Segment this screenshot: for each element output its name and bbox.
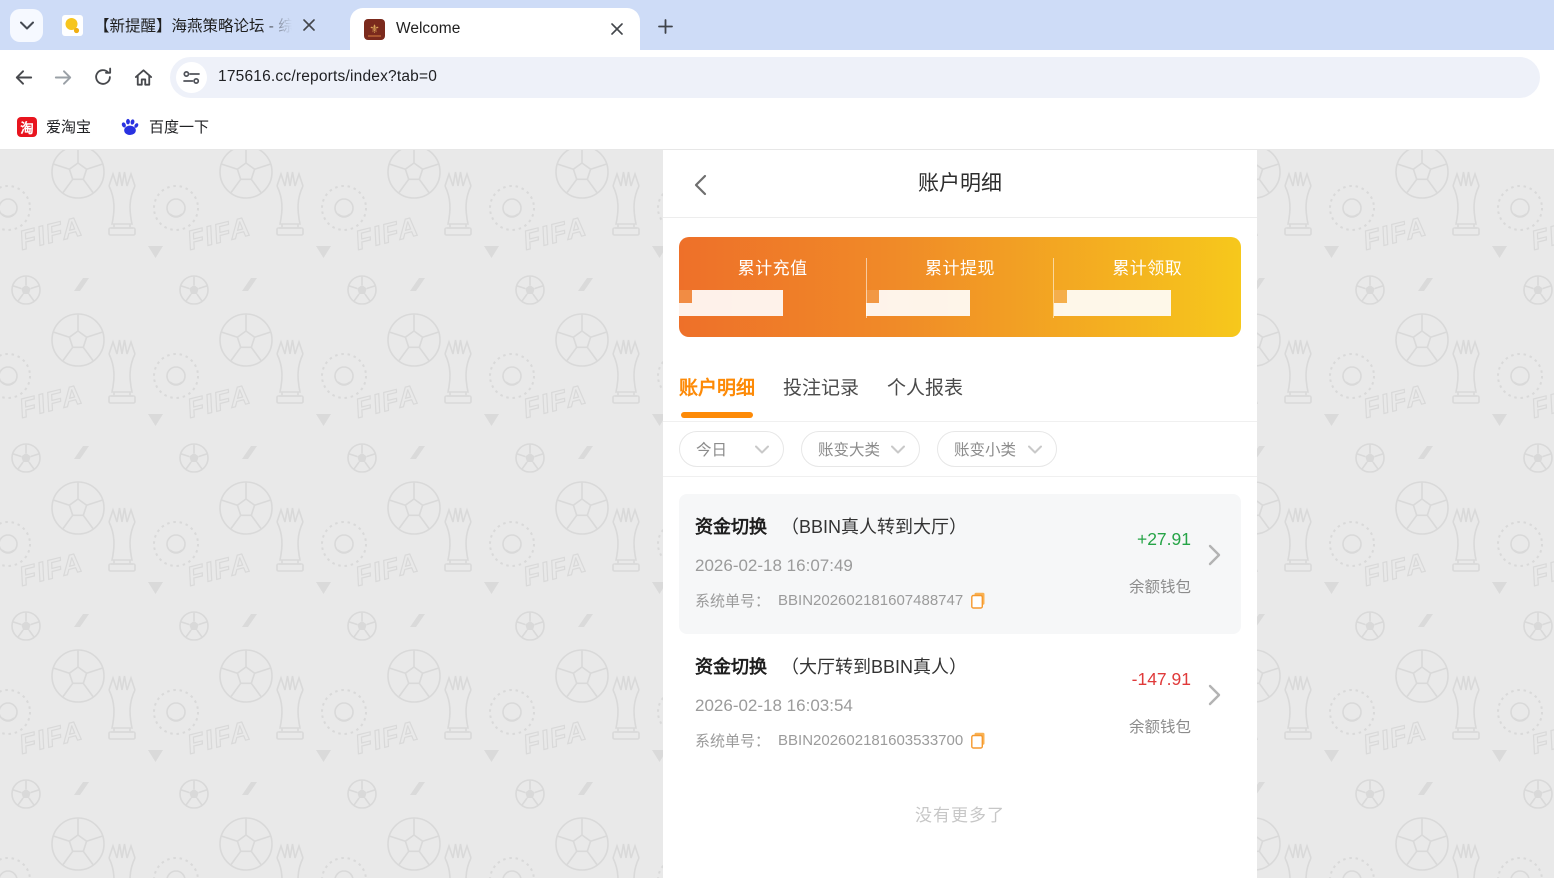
address-bar[interactable]: 175616.cc/reports/index?tab=0	[170, 57, 1540, 98]
page-background: FIFA	[0, 150, 1554, 878]
masked-value	[866, 290, 1053, 316]
bookmark-label: 百度一下	[149, 116, 209, 137]
record-amount: +27.91	[1137, 529, 1191, 550]
tab-account-detail[interactable]: 账户明细	[679, 351, 755, 421]
record-wallet: 余额钱包	[1129, 715, 1191, 737]
forward-button[interactable]	[46, 60, 80, 94]
site-settings-button[interactable]	[176, 62, 207, 93]
filter-date-dropdown[interactable]: 今日	[679, 431, 784, 467]
reload-icon	[92, 66, 114, 88]
svg-text:⚜: ⚜	[369, 22, 380, 36]
order-number: BBIN202602181607488747	[778, 592, 963, 609]
url-text[interactable]: 175616.cc/reports/index?tab=0	[218, 68, 437, 86]
copy-icon[interactable]	[971, 732, 986, 749]
summary-recharge: 累计充值	[679, 237, 866, 337]
chevron-down-icon	[891, 445, 905, 454]
tab-forum[interactable]: 【新提醒】海燕策略论坛 - 综合	[48, 0, 332, 50]
tab-search-button[interactable]	[10, 9, 43, 42]
tab-label: 投注记录	[783, 373, 859, 400]
account-panel: 账户明细 累计充值 累计提现 累计领取 账户明细	[663, 150, 1257, 878]
record-amount: -147.91	[1132, 669, 1191, 690]
chevron-down-icon	[20, 21, 34, 30]
reload-button[interactable]	[86, 60, 120, 94]
tab-bet-record[interactable]: 投注记录	[783, 351, 859, 421]
summary-withdraw: 累计提现	[866, 237, 1053, 337]
browser-toolbar: 175616.cc/reports/index?tab=0	[0, 50, 1554, 104]
bookmark-label: 爱淘宝	[46, 116, 91, 137]
record-time: 2026-02-18 16:07:49	[695, 556, 1241, 576]
tab-welcome[interactable]: ⚜ Welcome	[350, 8, 640, 50]
tab-strip: 【新提醒】海燕策略论坛 - 综合 ⚜ Welcome	[0, 0, 1554, 50]
panel-header: 账户明细	[663, 150, 1257, 218]
chevron-right-icon[interactable]	[1208, 544, 1221, 566]
chevron-right-icon[interactable]	[1208, 684, 1221, 706]
tab-title: 【新提醒】海燕策略论坛 - 综合	[94, 14, 296, 36]
filter-label: 账变小类	[954, 438, 1016, 460]
record-type: 资金切换	[695, 517, 767, 537]
tab-title: Welcome	[396, 20, 604, 38]
divider	[1053, 258, 1054, 318]
summary-label: 累计领取	[1054, 254, 1241, 279]
chevron-down-icon	[1028, 445, 1042, 454]
active-tab-underline	[681, 412, 753, 418]
filter-row: 今日 账变大类 账变小类	[663, 422, 1257, 477]
plus-icon	[658, 19, 673, 34]
filter-minor-type-dropdown[interactable]: 账变小类	[937, 431, 1057, 467]
record-wallet: 余额钱包	[1129, 575, 1191, 597]
summary-label: 累计充值	[679, 254, 866, 279]
record-time: 2026-02-18 16:03:54	[695, 696, 1241, 716]
summary-card: 累计充值 累计提现 累计领取	[679, 237, 1241, 337]
filter-label: 今日	[696, 438, 727, 460]
back-button[interactable]	[6, 60, 40, 94]
order-number: BBIN202602181603533700	[778, 732, 963, 749]
order-label: 系统单号：	[695, 730, 770, 751]
home-icon	[132, 66, 155, 89]
no-more-text: 没有更多了	[663, 801, 1257, 826]
tab-personal-report[interactable]: 个人报表	[887, 351, 963, 421]
record-detail: （大厅转到BBIN真人）	[781, 657, 967, 677]
record-list: 资金切换 （BBIN真人转到大厅） 2026-02-18 16:07:49 系统…	[663, 477, 1257, 826]
back-arrow-icon	[12, 66, 35, 89]
record-detail: （BBIN真人转到大厅）	[781, 517, 967, 537]
summary-label: 累计提现	[866, 254, 1053, 279]
tune-icon	[183, 70, 200, 85]
order-label: 系统单号：	[695, 590, 770, 611]
masked-value	[1054, 290, 1241, 316]
forward-arrow-icon	[52, 66, 75, 89]
tab-label: 个人报表	[887, 373, 963, 400]
home-button[interactable]	[126, 60, 160, 94]
baidu-paw-icon	[120, 117, 140, 137]
forum-favicon-icon	[62, 15, 83, 36]
copy-icon[interactable]	[971, 592, 986, 609]
page-title: 账户明细	[663, 150, 1257, 218]
tab-close-icon[interactable]	[604, 16, 630, 42]
new-tab-button[interactable]	[652, 13, 678, 39]
taobao-icon: 淘	[17, 117, 37, 137]
summary-claim: 累计领取	[1054, 237, 1241, 337]
record-row[interactable]: 资金切换 （大厅转到BBIN真人） 2026-02-18 16:03:54 系统…	[679, 634, 1241, 774]
divider	[866, 258, 867, 318]
filter-major-type-dropdown[interactable]: 账变大类	[801, 431, 920, 467]
record-row[interactable]: 资金切换 （BBIN真人转到大厅） 2026-02-18 16:07:49 系统…	[679, 494, 1241, 634]
tab-close-icon[interactable]	[296, 12, 322, 38]
tab-label: 账户明细	[679, 373, 755, 400]
bookmarks-bar: 淘 爱淘宝 百度一下	[0, 104, 1554, 150]
bookmark-baidu[interactable]: 百度一下	[120, 116, 209, 137]
welcome-favicon-icon: ⚜	[364, 19, 385, 40]
filter-label: 账变大类	[818, 438, 880, 460]
record-type: 资金切换	[695, 657, 767, 677]
back-chevron-icon[interactable]	[689, 172, 715, 198]
bookmark-taobao[interactable]: 淘 爱淘宝	[17, 116, 91, 137]
masked-value	[679, 290, 866, 316]
chevron-down-icon	[755, 445, 769, 454]
report-tabs: 账户明细 投注记录 个人报表	[663, 337, 1257, 422]
